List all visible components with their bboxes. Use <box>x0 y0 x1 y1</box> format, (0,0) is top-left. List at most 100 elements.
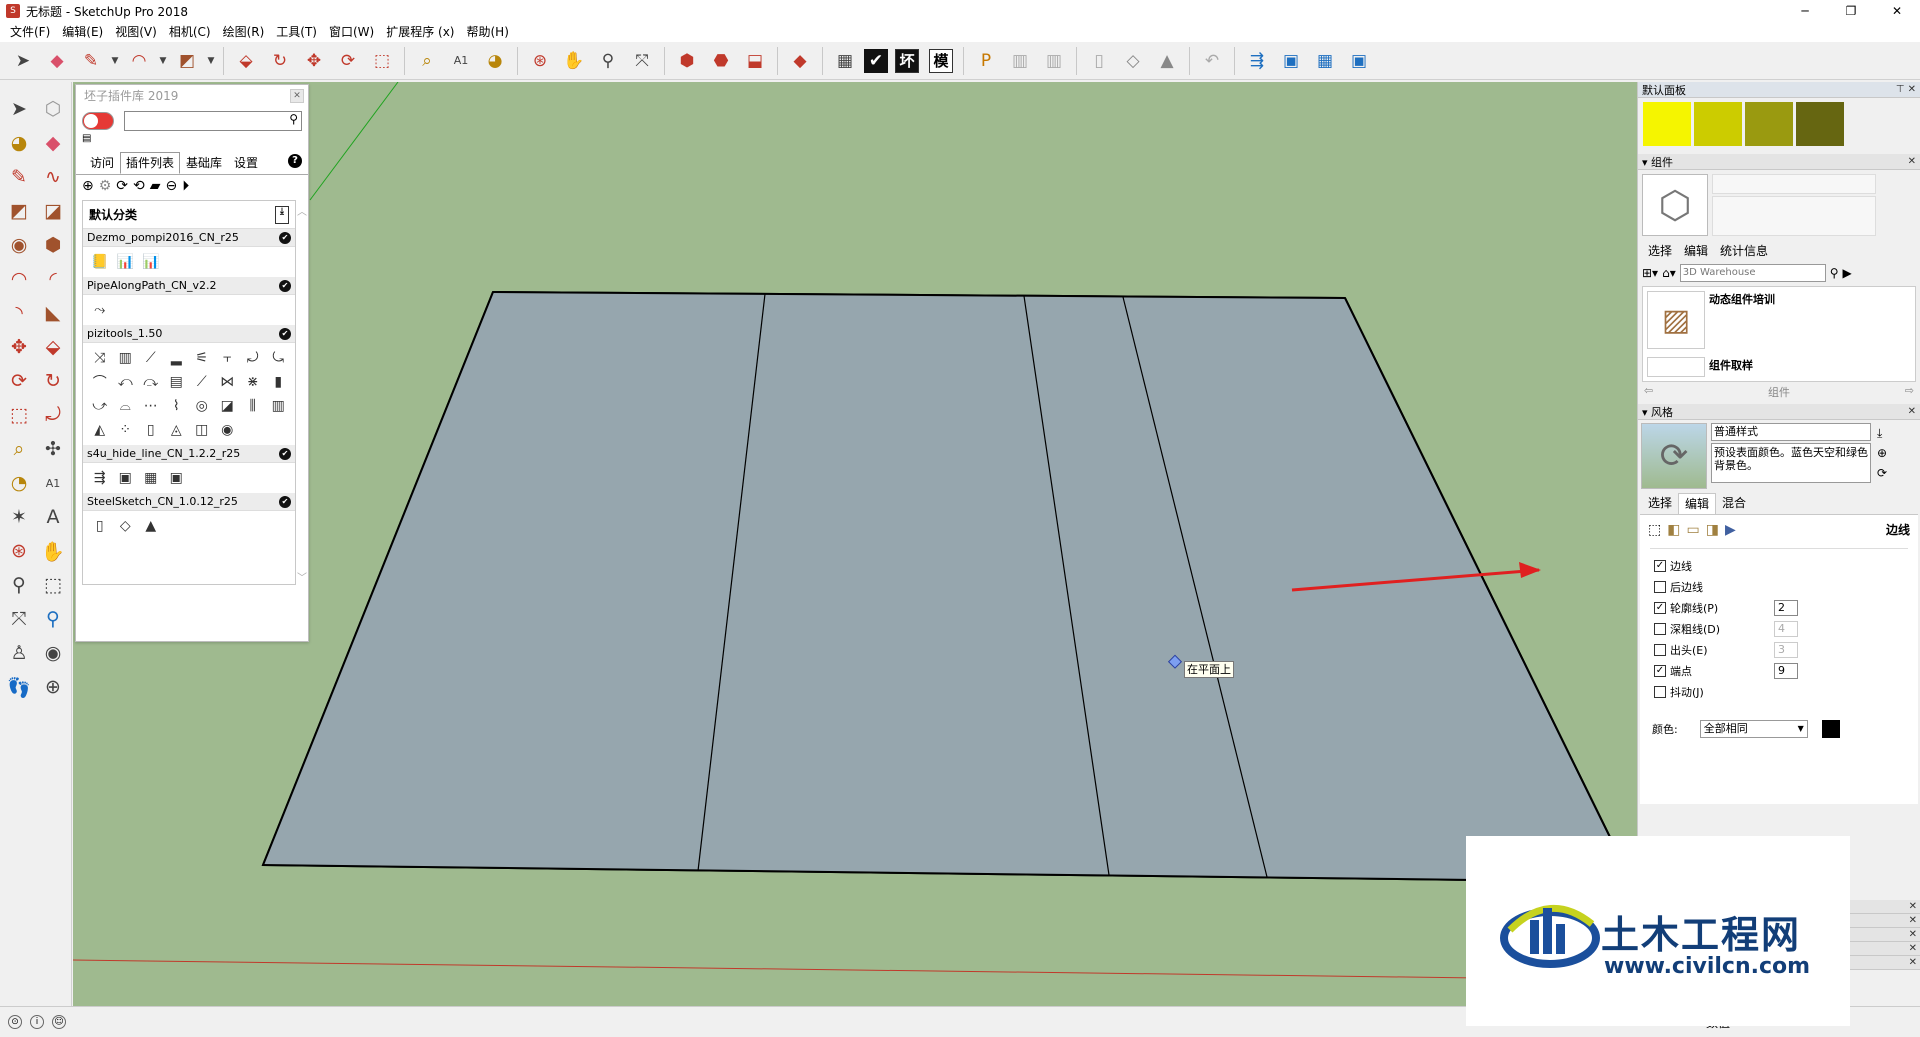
extension-warehouse-icon[interactable]: ◆ <box>785 46 815 76</box>
menu-file[interactable]: 文件(F) <box>4 22 56 42</box>
check-circle-icon[interactable]: ✔ <box>279 231 291 244</box>
protractor-icon[interactable]: ◔ <box>2 466 36 500</box>
plugin-item[interactable]: SteelSketch_CN_1.0.12_r25 ✔ <box>83 493 295 511</box>
plugin-tool-icon[interactable]: ▥ <box>266 394 292 418</box>
user-icon[interactable]: ☺ <box>52 1015 66 1029</box>
plugin-tool-icon[interactable]: ⋯ <box>138 394 164 418</box>
hide-line-2-icon[interactable]: ▣ <box>1276 46 1306 76</box>
share-model-icon[interactable]: ⬣ <box>706 46 736 76</box>
plugin-tool-icon[interactable]: ▤ <box>164 370 190 394</box>
check-circle-icon[interactable]: ✔ <box>279 327 291 340</box>
pie-icon[interactable]: ◣ <box>36 296 70 330</box>
rotate-tool-icon[interactable]: ⟳ <box>333 46 363 76</box>
hide-line-icon[interactable]: ⇶ <box>1242 46 1272 76</box>
plugin-tool-icon[interactable]: ▥ <box>113 346 139 370</box>
add-icon[interactable]: ⊕ <box>82 178 94 194</box>
push-pull-left-icon[interactable]: ⬙ <box>36 330 70 364</box>
plugin-tool-icon[interactable]: ◎ <box>189 394 215 418</box>
plugin-tool-icon[interactable]: ⤨ <box>87 346 113 370</box>
edge-option-checkbox[interactable] <box>1654 580 1666 593</box>
push-pull-icon[interactable]: ⬙ <box>231 46 261 76</box>
polygon-icon[interactable]: ⬢ <box>36 228 70 262</box>
plugin-toggle[interactable] <box>82 112 114 130</box>
go-forward-icon[interactable]: ▶ <box>1843 266 1852 280</box>
gear-icon[interactable]: ⚙ <box>99 178 112 194</box>
plugin-scrollbar[interactable]: ︿ ﹀ <box>297 201 311 586</box>
plugin-tool-icon[interactable]: ⤼ <box>138 370 164 394</box>
create-style-icon[interactable]: ⊕ <box>1877 443 1887 463</box>
watermark-settings-icon[interactable]: ◨ <box>1706 522 1719 538</box>
edge-option-value[interactable]: 2 <box>1774 599 1798 616</box>
plugin-tool-icon[interactable]: ⤿ <box>266 346 292 370</box>
zoom-extents-left-icon[interactable]: ⤧ <box>2 602 36 636</box>
styles-tab-mix[interactable]: 混合 <box>1716 493 1752 513</box>
plugin-tool-icon[interactable]: ⋈ <box>215 370 241 394</box>
undo-path-icon[interactable]: ↶ <box>1197 46 1227 76</box>
plugin-tool-icon[interactable]: ⫼ <box>240 394 266 418</box>
plugin-tool-icon[interactable]: ⚟ <box>189 346 215 370</box>
components-close-icon[interactable]: ✕ <box>1908 156 1916 167</box>
paint-bucket-icon[interactable]: ◕ <box>480 46 510 76</box>
background-settings-icon[interactable]: ▭ <box>1686 522 1699 538</box>
edge-option-checkbox[interactable] <box>1654 643 1666 656</box>
list-item[interactable]: ▨ 动态组件培训 <box>1643 287 1915 353</box>
hide-line-3-icon[interactable]: ▦ <box>1310 46 1340 76</box>
plate-icon[interactable]: ◇ <box>1118 46 1148 76</box>
look-around-icon[interactable]: ◉ <box>36 636 70 670</box>
model-button[interactable]: 模 <box>929 48 953 73</box>
plugin-tool-icon[interactable]: ⌇ <box>164 394 190 418</box>
position-camera-icon[interactable]: ♙ <box>2 636 36 670</box>
menu-lines-icon[interactable]: ▤ <box>76 133 308 144</box>
plugin-tool-icon[interactable]: ▲ <box>138 514 164 538</box>
plugin-tool-icon[interactable]: ⤳ <box>87 298 113 322</box>
eraser-icon[interactable]: ◆ <box>36 126 70 160</box>
component-name-field[interactable] <box>1712 174 1876 194</box>
styles-close-icon[interactable]: ✕ <box>1908 406 1916 417</box>
zoom-extents-icon[interactable]: ⤧ <box>627 46 657 76</box>
components-tab-edit[interactable]: 编辑 <box>1678 241 1714 261</box>
line-tool-icon[interactable]: ✎ <box>76 46 106 76</box>
text-icon[interactable]: A1 <box>36 466 70 500</box>
plugin-close-icon[interactable]: ✕ <box>290 89 304 103</box>
plugin-tool-icon[interactable]: ◪ <box>215 394 241 418</box>
check-circle-icon[interactable]: ✔ <box>279 495 291 508</box>
move-icon[interactable]: ✥ <box>2 330 36 364</box>
components-tab-select[interactable]: 选择 <box>1642 241 1678 261</box>
edge-settings-icon[interactable]: ⬚ <box>1648 522 1661 538</box>
pizi-plugin-icon[interactable]: P <box>971 46 1001 76</box>
edge-option-checkbox[interactable] <box>1654 685 1666 698</box>
plugin-item[interactable]: s4u_hide_line_CN_1.2.2_r25 ✔ <box>83 445 295 463</box>
eraser-tool-icon[interactable]: ◆ <box>42 46 72 76</box>
axes-icon[interactable]: ✶ <box>2 500 36 534</box>
plugin-tool-icon[interactable]: ⌓ <box>113 394 139 418</box>
circle-icon[interactable]: ◉ <box>2 228 36 262</box>
home-icon[interactable]: ⌂▾ <box>1662 266 1676 280</box>
swatch-3[interactable] <box>1745 102 1793 146</box>
orbit-icon[interactable]: ⊛ <box>525 46 555 76</box>
forward-icon[interactable]: ⇨ <box>1905 384 1914 400</box>
plugin-tool-icon[interactable]: ▦ <box>138 466 164 490</box>
select-icon[interactable]: ➤ <box>2 92 36 126</box>
list-item[interactable]: 组件取样 <box>1643 353 1915 381</box>
check-icon[interactable]: ✔ <box>864 48 888 73</box>
view-options-icon[interactable]: ⊞▾ <box>1642 266 1658 280</box>
edge-option-checkbox[interactable]: ✓ <box>1654 601 1666 614</box>
freehand-icon[interactable]: ∿ <box>36 160 70 194</box>
menu-draw[interactable]: 绘图(R) <box>217 22 271 42</box>
components-header[interactable]: ▾ 组件 ✕ <box>1638 154 1920 170</box>
scale-tool-icon[interactable]: ⬚ <box>367 46 397 76</box>
check-circle-icon[interactable]: ✔ <box>279 279 291 292</box>
line-dropdown-icon[interactable]: ▼ <box>108 46 122 76</box>
hide-line-4-icon[interactable]: ▣ <box>1344 46 1374 76</box>
warehouse-icon[interactable]: ⬢ <box>672 46 702 76</box>
plugin-item[interactable]: PipeAlongPath_CN_v2.2 ✔ <box>83 277 295 295</box>
tab-settings[interactable]: 设置 <box>228 152 264 174</box>
style-name-field[interactable]: 普通样式 <box>1711 423 1871 441</box>
follow-me-icon[interactable]: ↻ <box>265 46 295 76</box>
modeling-settings-icon[interactable]: ▶ <box>1725 522 1736 538</box>
close-button[interactable]: ✕ <box>1874 0 1920 22</box>
plugin-tool-icon[interactable]: ▂ <box>164 346 190 370</box>
plugin-tool-icon[interactable]: ◭ <box>87 418 113 442</box>
info-icon[interactable]: i <box>30 1015 44 1029</box>
styles-header[interactable]: ▾ 风格 ✕ <box>1638 404 1920 420</box>
